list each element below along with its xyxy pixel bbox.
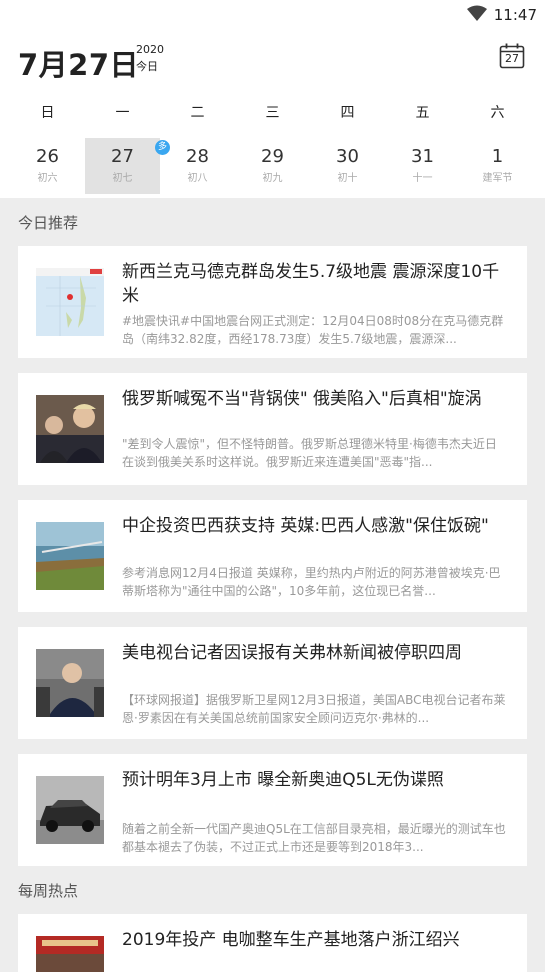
news-desc: 【环球网报道】据俄罗斯卫星网12月3日报道，美国ABC电视台记者布莱恩·罗素因在…	[122, 693, 506, 725]
weekday-row: 日 一 二 三 四 五 六	[10, 102, 535, 122]
news-title: 俄罗斯喊冤不当"背锅侠" 俄美陷入"后真相"旋涡	[122, 389, 482, 409]
calendar-icon-day: 27	[505, 52, 519, 65]
news-desc: 参考消息网12月4日报道 英媒称，里约热内卢附近的阿苏港曾被埃克·巴蒂斯塔称为"…	[122, 566, 501, 598]
day-cell[interactable]: 31 十一	[385, 138, 460, 194]
news-title: 新西兰克马德克群岛发生5.7级地震 震源深度10千米	[122, 262, 500, 306]
day-cell[interactable]: 1 建军节	[460, 138, 535, 194]
day-number: 31	[411, 146, 434, 167]
calendar-header: 7月27日 2020 今日 27 日 一 二 三 四 五 六 26 初六 27 …	[0, 30, 545, 198]
weekday-label: 五	[415, 105, 430, 121]
news-card[interactable]: 美电视台记者因误报有关弗林新闻被停职四周 【环球网报道】据俄罗斯卫星网12月3日…	[18, 627, 527, 739]
day-cell[interactable]: 30 初十	[310, 138, 385, 194]
day-cell[interactable]: 26 初六	[10, 138, 85, 194]
news-card[interactable]: 中企投资巴西获支持 英媒:巴西人感激"保住饭碗" 参考消息网12月4日报道 英媒…	[18, 500, 527, 612]
news-thumbnail-photo	[36, 649, 104, 717]
news-title: 预计明年3月上市 曝全新奥迪Q5L无伪谍照	[122, 770, 444, 790]
news-card[interactable]: 新西兰克马德克群岛发生5.7级地震 震源深度10千米 #地震快讯#中国地震台网正…	[18, 246, 527, 358]
news-thumbnail-car	[36, 776, 104, 844]
day-number: 28	[186, 146, 209, 167]
weekday-label: 三	[265, 105, 280, 121]
event-badge: 多	[155, 140, 170, 155]
calendar-icon[interactable]: 27	[498, 42, 526, 70]
day-cell[interactable]: 29 初九	[235, 138, 310, 194]
weekday-label: 四	[340, 105, 355, 121]
lunar-date: 初六	[37, 173, 58, 184]
news-desc: 随着之前全新一代国产奥迪Q5L在工信部目录亮相，最近曝光的测试车也都基本褪去了伪…	[122, 822, 506, 854]
section-title-today: 今日推荐	[18, 214, 79, 232]
lunar-date: 初七	[112, 173, 133, 184]
news-title: 美电视台记者因误报有关弗林新闻被停职四周	[122, 643, 462, 663]
current-year: 2020	[136, 43, 164, 56]
news-card[interactable]: 2019年投产 电咖整车生产基地落户浙江绍兴	[18, 914, 527, 972]
lunar-date: 十一	[412, 173, 433, 184]
weekday-label: 一	[115, 105, 130, 121]
day-number: 29	[261, 146, 284, 167]
day-cell-selected[interactable]: 27 初七 多	[85, 138, 170, 194]
current-date: 7月27日	[18, 48, 140, 82]
weekday-label: 日	[40, 105, 55, 121]
news-title: 中企投资巴西获支持 英媒:巴西人感激"保住饭碗"	[122, 516, 489, 536]
lunar-date: 建军节	[482, 173, 513, 184]
news-thumbnail-event	[36, 936, 104, 972]
news-thumbnail-map	[36, 268, 104, 336]
news-card[interactable]: 俄罗斯喊冤不当"背锅侠" 俄美陷入"后真相"旋涡 "差到令人震惊"，但不怪特朗普…	[18, 373, 527, 485]
weekday-label: 二	[190, 105, 205, 121]
day-number: 1	[491, 146, 504, 167]
news-card[interactable]: 预计明年3月上市 曝全新奥迪Q5L无伪谍照 随着之前全新一代国产奥迪Q5L在工信…	[18, 754, 527, 866]
news-title: 2019年投产 电咖整车生产基地落户浙江绍兴	[122, 930, 460, 950]
news-thumbnail-port	[36, 522, 104, 590]
section-title-weekly: 每周热点	[18, 882, 79, 900]
day-number: 27	[111, 146, 134, 167]
lunar-date: 初八	[187, 173, 208, 184]
day-cell[interactable]: 28 初八	[160, 138, 235, 194]
day-row: 26 初六 27 初七 多 28 初八 29 初九 30 初十 31 十一 1 …	[10, 138, 535, 194]
weekday-label: 六	[490, 105, 505, 121]
day-number: 30	[336, 146, 359, 167]
day-number: 26	[36, 146, 59, 167]
lunar-date: 初十	[337, 173, 358, 184]
status-bar: 11:47	[0, 0, 545, 30]
news-desc: #地震快讯#中国地震台网正式测定：12月04日08时08分在克马德克群岛（南纬3…	[122, 314, 504, 346]
wifi-icon	[467, 5, 487, 21]
status-time: 11:47	[493, 6, 537, 24]
news-thumbnail-photo	[36, 395, 104, 463]
news-desc: "差到令人震惊"，但不怪特朗普。俄罗斯总理德米特里·梅德韦杰夫近日在谈到俄美关系…	[122, 437, 497, 469]
lunar-date: 初九	[262, 173, 283, 184]
today-label: 今日	[136, 60, 158, 73]
